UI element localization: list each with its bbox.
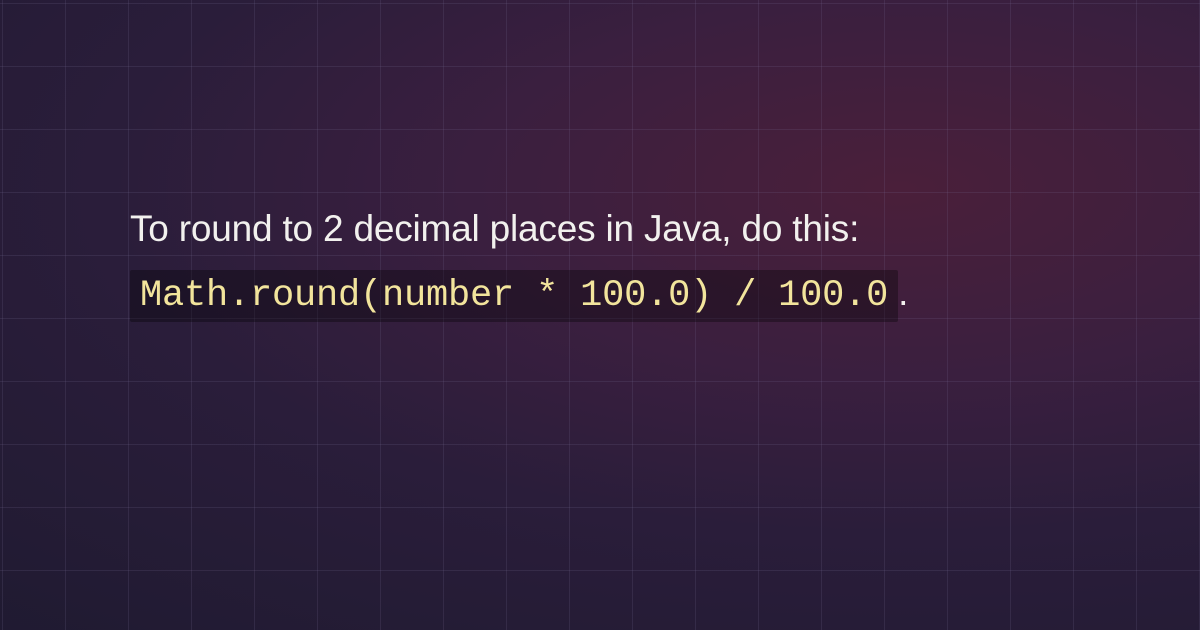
paragraph-text-before: To round to 2 decimal places in Java, do… [130,208,859,249]
paragraph-text-after: . [898,272,908,313]
inline-code: Math.round(number * 100.0) / 100.0 [130,270,898,322]
main-paragraph: To round to 2 decimal places in Java, do… [130,197,1070,328]
